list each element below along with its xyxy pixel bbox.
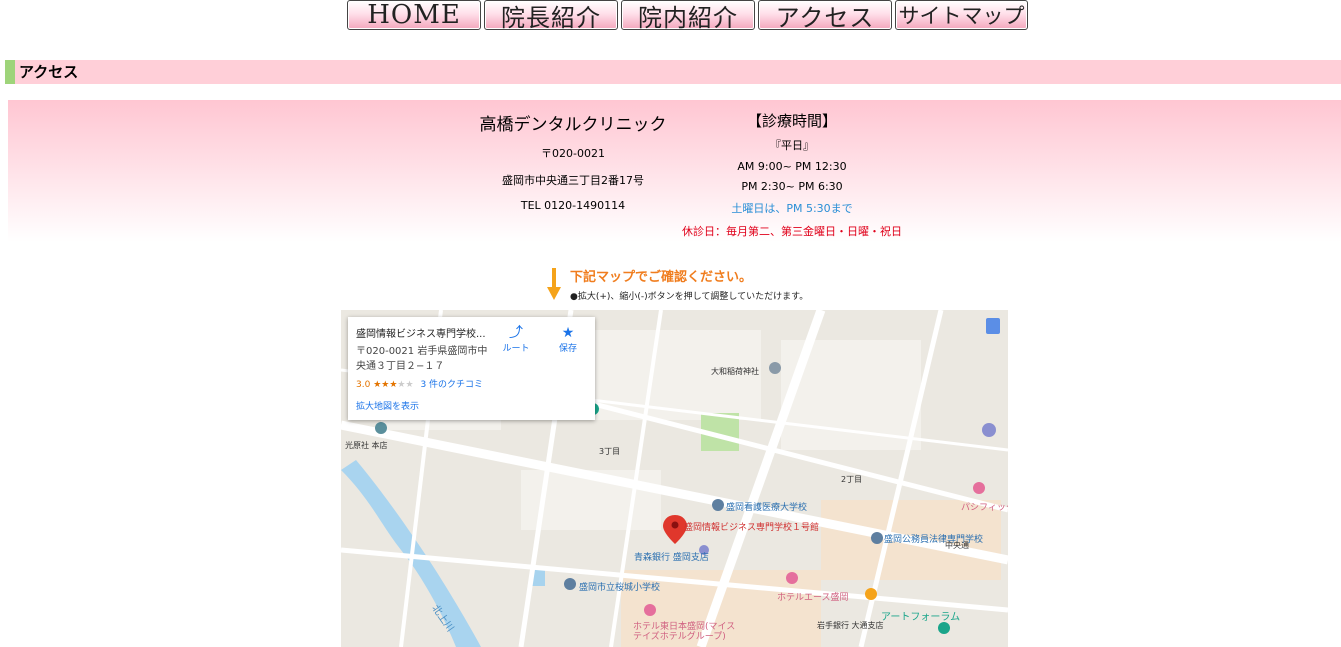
hours-title: 【診療時間】 (746, 112, 837, 130)
place-address: 〒020-0021 岩手県盛岡市中央通３丁目２−１７ (356, 346, 488, 372)
map-label-pashifikku: パシフィック (961, 503, 1008, 513)
clinic-postal: 〒020-0021 (541, 147, 605, 160)
office-hours: 【診療時間】 『平日』 AM 9:00~ PM 12:30 PM 2:30~ P… (668, 110, 916, 246)
street-view-pegman-icon[interactable] (986, 318, 1000, 334)
save-label: 保存 (558, 344, 577, 354)
embedded-map[interactable]: 盛岡情報ビジネス専門学校１号館 盛岡看護医療大学校 盛岡公務員法律専門学校 盛岡… (341, 310, 1008, 647)
larger-map-link[interactable]: 拡大地図を表示 (356, 399, 419, 412)
route-button[interactable]: ⤴ ルート (496, 325, 536, 354)
rating-value: 3.0 (356, 380, 371, 390)
map-note-subtitle: ●拡大(+)、縮小(-)ボタンを押して調整していただけます。 (570, 292, 809, 302)
hours-weekday-label: 『平日』 (770, 139, 814, 152)
hours-am: AM 9:00~ PM 12:30 (737, 160, 847, 173)
clinic-info-panel: 高橋デンタルクリニック 〒020-0021 盛岡市中央通三丁目2番17号 TEL… (8, 100, 1341, 242)
map-note-title: 下記マップでご確認ください。 (570, 270, 753, 285)
rating-stars-icon: ★★★ (373, 380, 398, 390)
route-label: ルート (502, 344, 530, 354)
place-rating: 3.0 ★★★★★ 3 件のクチコミ (356, 377, 483, 390)
down-arrow-icon (547, 268, 561, 300)
section-heading: アクセス (5, 60, 1341, 84)
place-title: 盛岡情報ビジネス専門学校... (356, 329, 486, 340)
rating-empty-stars-icon: ★★ (397, 380, 414, 390)
map-label-chuodori: 中央通 (945, 541, 969, 550)
map-label-3chome: 3丁目 (599, 447, 621, 456)
map-label-hotel-higashi: ホテル東日本盛岡(マイステイズホテルグループ) (633, 622, 736, 642)
top-nav: HOME 院長紹介 院内紹介 アクセス サイトマップ (347, 0, 1028, 32)
map-label-hikari: 光原社 本店 (345, 441, 388, 450)
hours-closed-days: 休診日：毎月第二、第三金曜日・日曜・祝日 (682, 225, 902, 238)
nav-access-button[interactable]: アクセス (758, 0, 892, 32)
hours-pm: PM 2:30~ PM 6:30 (741, 180, 843, 193)
nav-sitemap-button[interactable]: サイトマップ (895, 0, 1028, 30)
clinic-name: 高橋デンタルクリニック (479, 115, 667, 135)
directions-icon: ⤴ (509, 325, 523, 341)
map-label-iwate-bank: 岩手銀行 大通支店 (817, 621, 884, 630)
clinic-address: 盛岡市中央通三丁目2番17号 (502, 174, 644, 187)
map-label-2chome: 2丁目 (841, 475, 863, 484)
review-count-link[interactable]: 3 件のクチコミ (420, 380, 483, 390)
map-label-nursing: 盛岡看護医療大学校 (726, 503, 808, 513)
map-place-card: 盛岡情報ビジネス専門学校... 〒020-0021 岩手県盛岡市中央通３丁目２−… (348, 317, 595, 420)
map-label-sakurajo: 盛岡市立桜城小学校 (579, 583, 661, 593)
star-icon: ★ (561, 325, 575, 341)
save-button[interactable]: ★ 保存 (548, 325, 588, 354)
nav-home-button[interactable]: HOME (347, 0, 481, 30)
map-label-hotel-ace: ホテルエース盛岡 (777, 593, 849, 603)
hours-saturday: 土曜日は、PM 5:30まで (731, 202, 853, 215)
map-label-marker: 盛岡情報ビジネス専門学校１号館 (684, 523, 820, 533)
map-label-daiwa: 大和稲荷神社 (711, 367, 759, 376)
clinic-tel: TEL 0120-1490114 (520, 199, 626, 212)
nav-director-button[interactable]: 院長紹介 (484, 0, 618, 32)
nav-interior-button[interactable]: 院内紹介 (621, 0, 755, 32)
map-label-art-forum: アートフォーラム (881, 612, 961, 623)
clinic-details: 高橋デンタルクリニック 〒020-0021 盛岡市中央通三丁目2番17号 TEL… (478, 110, 668, 223)
map-label-aomori: 青森銀行 盛岡支店 (634, 553, 709, 563)
